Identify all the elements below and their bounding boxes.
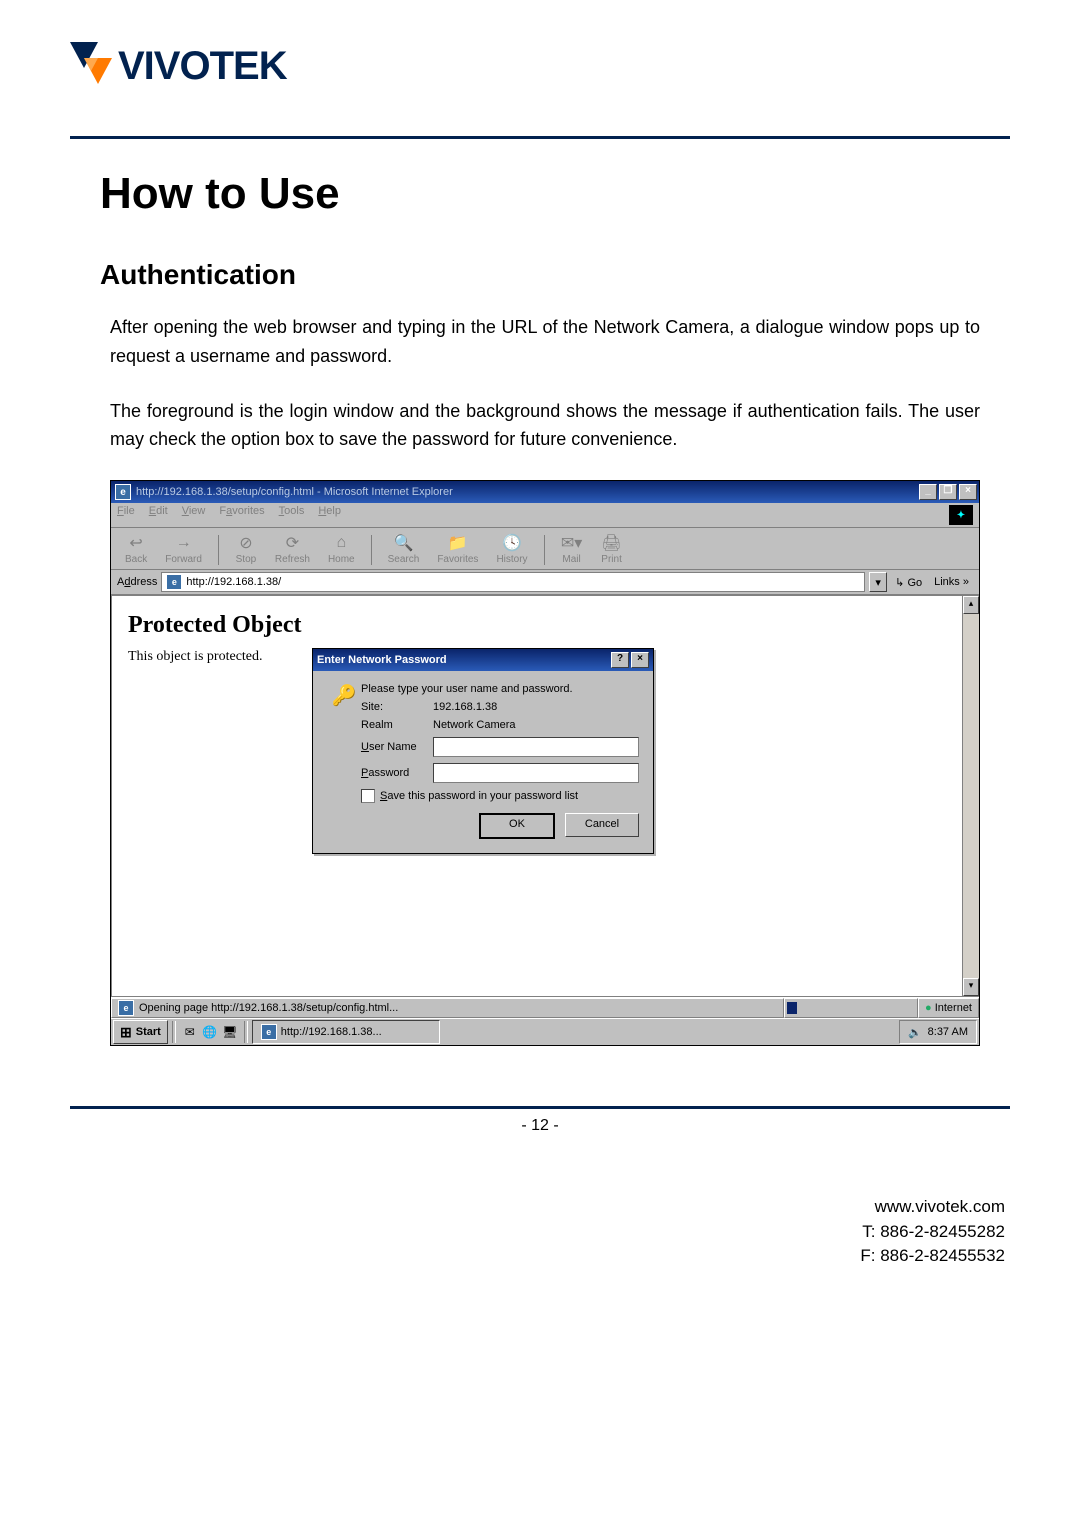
menu-tools[interactable]: Tools xyxy=(279,505,305,525)
start-button[interactable]: ⊞ Start xyxy=(113,1020,168,1044)
tray-volume-icon[interactable]: 🔈 xyxy=(908,1026,922,1039)
links-button[interactable]: Links » xyxy=(930,576,973,588)
ie-throbber-icon: ✦ xyxy=(949,505,973,525)
window-close-button[interactable]: × xyxy=(959,484,977,500)
taskbar-task-button[interactable]: e http://192.168.1.38... xyxy=(252,1020,440,1044)
brand-header: VIVOTEK xyxy=(70,40,1010,86)
vertical-scrollbar[interactable]: ▴ ▾ xyxy=(962,596,979,996)
window-minimize-button[interactable]: _ xyxy=(919,484,937,500)
browser-addressbar: Address e http://192.168.1.38/ ▾ ↳ Go Li… xyxy=(111,570,979,595)
go-button[interactable]: ↳ Go xyxy=(891,576,926,589)
ie-app-icon: e xyxy=(115,484,131,500)
contact-fax: F: 886-2-82455532 xyxy=(70,1244,1005,1269)
history-button[interactable]: 🕓History xyxy=(490,532,533,565)
keys-icon: 🔑 xyxy=(327,683,361,839)
save-password-label: Save this password in your password list xyxy=(380,790,578,802)
footer-rule xyxy=(70,1106,1010,1109)
auth-dialog-help-button[interactable]: ? xyxy=(611,652,629,668)
header-rule xyxy=(70,136,1010,139)
brand-logo-text: VIVOTEK xyxy=(118,46,287,86)
back-button[interactable]: ↩Back xyxy=(119,532,153,565)
ie-page-icon: e xyxy=(166,574,182,590)
system-tray: 🔈 8:37 AM xyxy=(899,1020,977,1044)
window-restore-button[interactable]: ❐ xyxy=(939,484,957,500)
windows-taskbar: ⊞ Start ✉ 🌐 🖥 e http://192.168.1.38... 🔈… xyxy=(111,1018,979,1045)
contact-site: www.vivotek.com xyxy=(70,1195,1005,1220)
page-number: - 12 - xyxy=(70,1117,1010,1135)
ie-page-icon: e xyxy=(118,1000,134,1016)
security-zone: ● Internet xyxy=(918,998,979,1018)
menu-edit[interactable]: Edit xyxy=(149,505,168,525)
quicklaunch-ie-icon[interactable]: 🌐 xyxy=(202,1024,218,1040)
scroll-down-button[interactable]: ▾ xyxy=(963,978,979,996)
save-password-checkbox[interactable] xyxy=(361,789,375,803)
contact-block: www.vivotek.com T: 886-2-82455282 F: 886… xyxy=(70,1195,1005,1269)
paragraph-1: After opening the web browser and typing… xyxy=(110,313,980,371)
auth-dialog: Enter Network Password ? × 🔑 Please type… xyxy=(312,648,654,854)
tray-clock: 8:37 AM xyxy=(928,1026,968,1038)
password-input[interactable] xyxy=(433,763,639,783)
refresh-button[interactable]: ⟳Refresh xyxy=(269,532,316,565)
auth-dialog-title: Enter Network Password xyxy=(317,654,609,666)
print-button[interactable]: 🖨Print xyxy=(595,532,629,565)
realm-label: Realm xyxy=(361,719,433,731)
forward-button: →Forward xyxy=(159,532,208,565)
menu-view[interactable]: View xyxy=(182,505,206,525)
brand-logo-icon xyxy=(70,42,112,84)
favorites-button[interactable]: 📁Favorites xyxy=(431,532,484,565)
site-value: 192.168.1.38 xyxy=(433,701,497,713)
browser-menubar: File Edit View Favorites Tools Help ✦ xyxy=(111,503,979,528)
username-label: User Name xyxy=(361,741,433,753)
auth-dialog-titlebar: Enter Network Password ? × xyxy=(313,649,653,671)
browser-titlebar: e http://192.168.1.38/setup/config.html … xyxy=(111,481,979,503)
home-button[interactable]: ⌂Home xyxy=(322,532,361,565)
quicklaunch-desktop-icon[interactable]: 🖥 xyxy=(222,1024,238,1040)
windows-flag-icon: ⊞ xyxy=(120,1024,132,1041)
quicklaunch-outlook-icon[interactable]: ✉ xyxy=(182,1024,198,1040)
contact-tel: T: 886-2-82455282 xyxy=(70,1220,1005,1245)
site-label: Site: xyxy=(361,701,433,713)
address-label: Address xyxy=(117,576,157,588)
menu-file[interactable]: File xyxy=(117,505,135,525)
password-label: Password xyxy=(361,767,433,779)
browser-viewport: Protected Object This object is protecte… xyxy=(111,595,979,997)
auth-dialog-close-button[interactable]: × xyxy=(631,652,649,668)
mail-button[interactable]: ✉▾Mail xyxy=(555,532,589,565)
cancel-button[interactable]: Cancel xyxy=(565,813,639,837)
browser-statusbar: e Opening page http://192.168.1.38/setup… xyxy=(111,997,979,1018)
ie-page-icon: e xyxy=(261,1024,277,1040)
address-input[interactable]: e http://192.168.1.38/ xyxy=(161,572,865,592)
protected-object-heading: Protected Object xyxy=(128,612,979,639)
paragraph-2: The foreground is the login window and t… xyxy=(110,397,980,455)
section-title: Authentication xyxy=(100,259,1010,291)
status-text: Opening page http://192.168.1.38/setup/c… xyxy=(139,1002,398,1014)
menu-help[interactable]: Help xyxy=(318,505,341,525)
scroll-up-button[interactable]: ▴ xyxy=(963,596,979,614)
browser-toolbar: ↩Back →Forward ⊘Stop ⟳Refresh ⌂Home 🔍Sea… xyxy=(111,528,979,570)
screenshot-container: e http://192.168.1.38/setup/config.html … xyxy=(110,480,980,1046)
ok-button[interactable]: OK xyxy=(479,813,555,839)
auth-prompt: Please type your user name and password. xyxy=(361,683,639,695)
username-input[interactable] xyxy=(433,737,639,757)
progress-bar xyxy=(784,998,918,1018)
realm-value: Network Camera xyxy=(433,719,516,731)
address-dropdown[interactable]: ▾ xyxy=(869,572,887,592)
stop-button[interactable]: ⊘Stop xyxy=(229,532,263,565)
page-title: How to Use xyxy=(100,169,1010,219)
menu-favorites[interactable]: Favorites xyxy=(219,505,264,525)
browser-title: http://192.168.1.38/setup/config.html - … xyxy=(136,486,919,498)
search-button[interactable]: 🔍Search xyxy=(382,532,426,565)
